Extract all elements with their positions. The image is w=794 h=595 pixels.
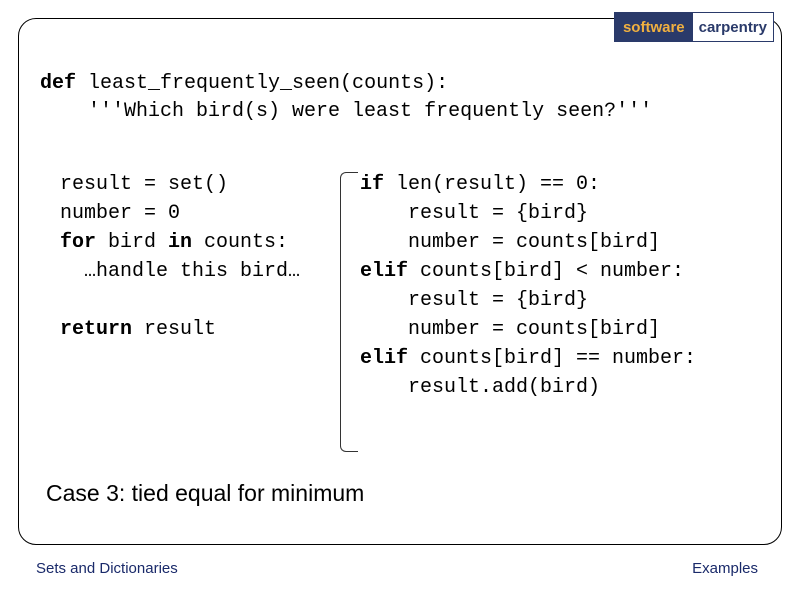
- software-carpentry-logo: software carpentry: [614, 12, 774, 42]
- right-r5: result = {bird}: [360, 286, 696, 315]
- left-l5: return result: [60, 315, 300, 344]
- left-l1: result = set(): [60, 170, 300, 199]
- logo-left: software: [615, 13, 693, 41]
- code-header: def least_frequently_seen(counts): '''Wh…: [40, 70, 774, 126]
- right-r7: elif counts[bird] == number:: [360, 344, 696, 373]
- right-r1: if len(result) == 0:: [360, 170, 696, 199]
- case-caption: Case 3: tied equal for minimum: [46, 480, 364, 507]
- code-docstring: '''Which bird(s) were least frequently s…: [40, 98, 774, 126]
- footer-left: Sets and Dictionaries: [36, 560, 178, 577]
- left-blank: [60, 286, 300, 315]
- code-right-block: if len(result) == 0: result = {bird} num…: [360, 170, 696, 402]
- right-r2: result = {bird}: [360, 199, 696, 228]
- right-r8: result.add(bird): [360, 373, 696, 402]
- expansion-bracket: [340, 172, 358, 452]
- left-l2: number = 0: [60, 199, 300, 228]
- code-def-line: def least_frequently_seen(counts):: [40, 70, 774, 98]
- right-r4: elif counts[bird] < number:: [360, 257, 696, 286]
- code-left-block: result = set() number = 0 for bird in co…: [60, 170, 300, 344]
- left-l4: …handle this bird…: [60, 257, 300, 286]
- left-l3: for bird in counts:: [60, 228, 300, 257]
- right-r6: number = counts[bird]: [360, 315, 696, 344]
- right-r3: number = counts[bird]: [360, 228, 696, 257]
- logo-right: carpentry: [693, 13, 773, 41]
- footer-right: Examples: [692, 560, 758, 577]
